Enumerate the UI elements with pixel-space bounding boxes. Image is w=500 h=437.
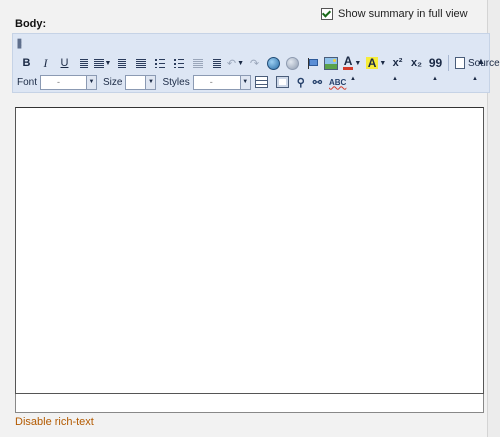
font-color-button[interactable]: A ▼ bbox=[340, 54, 364, 72]
toolbar-grip-icon[interactable]: ■ ■ ■ bbox=[17, 37, 22, 51]
undo-button[interactable]: ↶ ▼ bbox=[226, 54, 245, 72]
bulleted-list-icon bbox=[154, 58, 165, 68]
font-color-icon: A bbox=[342, 54, 354, 70]
show-summary-checkbox[interactable] bbox=[321, 8, 333, 20]
unlink-button[interactable] bbox=[283, 54, 302, 72]
underline-button[interactable]: U bbox=[55, 54, 74, 72]
numbered-list-button[interactable] bbox=[169, 54, 188, 72]
editor-status-bar bbox=[15, 394, 484, 413]
insert-link-button[interactable] bbox=[264, 54, 283, 72]
image-icon bbox=[323, 56, 338, 70]
italic-button[interactable]: I bbox=[36, 54, 55, 72]
rich-text-editor-area[interactable] bbox=[15, 107, 484, 394]
toolbar-separator bbox=[448, 55, 449, 71]
redo-button[interactable]: ↷ bbox=[245, 54, 264, 72]
align-right-button[interactable] bbox=[112, 54, 131, 72]
indent-button[interactable] bbox=[207, 54, 226, 72]
bulleted-list-button[interactable] bbox=[150, 54, 169, 72]
link-globe-icon bbox=[267, 56, 280, 70]
align-right-icon bbox=[117, 58, 126, 68]
chevron-down-icon: ▼ bbox=[379, 59, 387, 67]
justify-button[interactable] bbox=[131, 54, 150, 72]
background-color-button[interactable]: A ▼ bbox=[364, 54, 388, 72]
anchor-button[interactable] bbox=[302, 54, 321, 72]
chevron-down-icon: ▼ bbox=[237, 59, 245, 67]
expand-up-icon[interactable]: ▲ bbox=[392, 76, 398, 82]
align-center-icon bbox=[93, 58, 104, 68]
toolbar-row-1: B I U ▼ ↶ ▼ ↷ A ▼ A ▼ x² x₂ 99 Source bbox=[17, 53, 500, 73]
numbered-list-icon bbox=[173, 58, 184, 68]
expand-up-icon[interactable]: ▲ bbox=[432, 76, 438, 82]
outdent-icon bbox=[192, 58, 203, 68]
superscript-button[interactable]: x² bbox=[388, 54, 407, 72]
chevron-down-icon: ▼ bbox=[104, 59, 112, 67]
chevron-down-icon: ▼ bbox=[354, 59, 362, 67]
align-center-button[interactable]: ▼ bbox=[93, 54, 112, 72]
background-color-icon: A bbox=[365, 56, 379, 70]
body-field-label: Body: bbox=[15, 18, 47, 30]
align-left-button[interactable] bbox=[74, 54, 93, 72]
indent-icon bbox=[212, 58, 221, 68]
undo-icon: ↶ bbox=[226, 57, 237, 70]
toolbar-collapse-icon[interactable]: ▲ bbox=[475, 53, 487, 69]
redo-icon: ↷ bbox=[249, 57, 260, 70]
bold-button[interactable]: B bbox=[17, 54, 36, 72]
subscript-button[interactable]: x₂ bbox=[407, 54, 426, 72]
expand-up-icon[interactable]: ▲ bbox=[472, 76, 478, 82]
anchor-flag-icon bbox=[307, 57, 318, 69]
source-icon bbox=[455, 57, 465, 69]
toolbar-expand-markers: ▲ ▲ ▲ ▲ bbox=[12, 76, 488, 86]
blockquote-button[interactable]: 99 bbox=[426, 54, 445, 72]
show-summary-label: Show summary in full view bbox=[338, 8, 468, 20]
unlink-globe-icon bbox=[286, 56, 299, 70]
align-left-icon bbox=[79, 58, 88, 68]
expand-up-icon[interactable]: ▲ bbox=[350, 76, 356, 82]
disable-rich-text-link[interactable]: Disable rich-text bbox=[15, 416, 94, 428]
outdent-button[interactable] bbox=[188, 54, 207, 72]
show-summary-option[interactable]: Show summary in full view bbox=[321, 8, 468, 20]
insert-image-button[interactable] bbox=[321, 54, 340, 72]
justify-icon bbox=[135, 58, 146, 68]
